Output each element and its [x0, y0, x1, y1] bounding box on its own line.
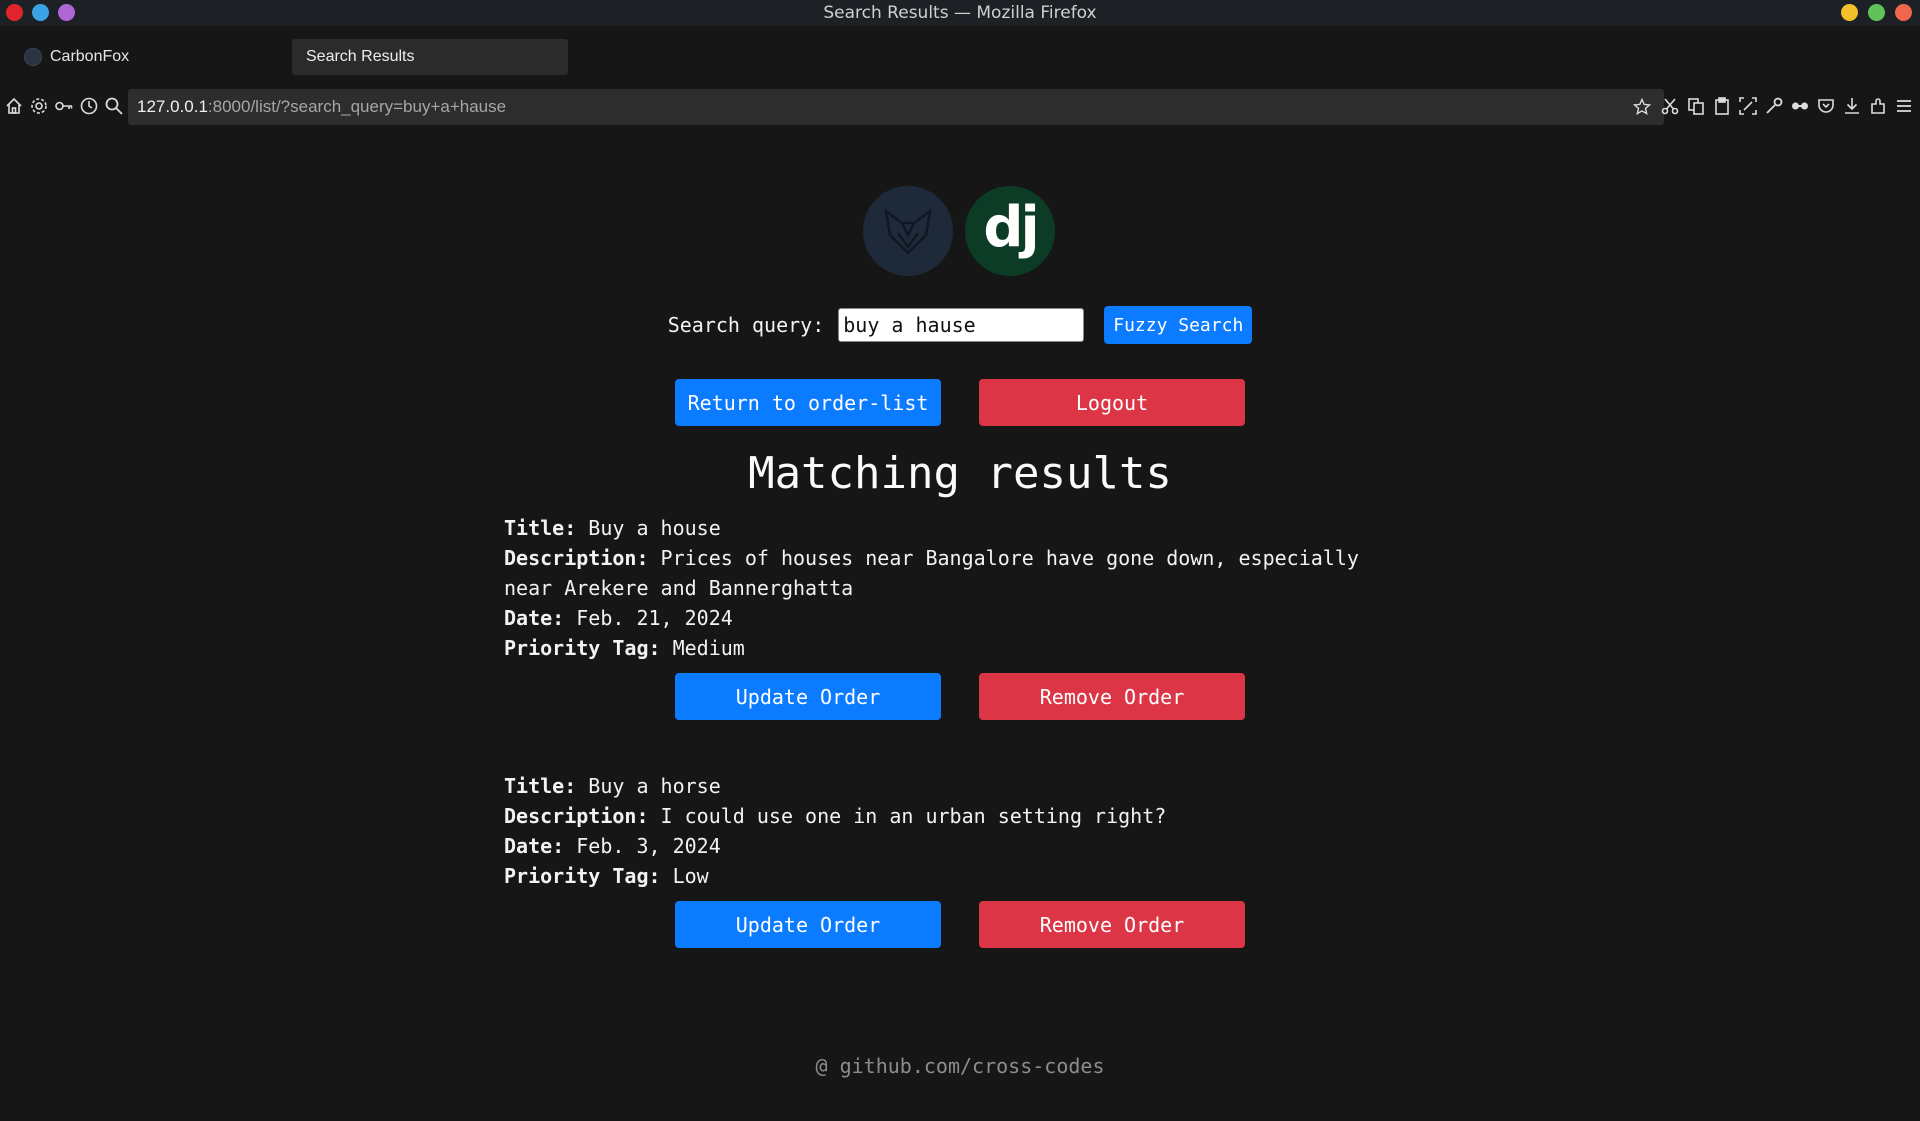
maximize-button[interactable]: [1868, 4, 1885, 21]
description-label: Description:: [504, 804, 649, 828]
fuzzy-search-button[interactable]: Fuzzy Search: [1104, 306, 1253, 344]
result-actions: Update Order Remove Order: [0, 673, 1920, 720]
result-description-cont: near Arekere and Bannerghatta: [504, 576, 854, 600]
title-label: Title:: [504, 516, 577, 540]
top-actions: Return to order-list Logout: [0, 379, 1920, 426]
window-title: Search Results — Mozilla Firefox: [823, 3, 1097, 23]
title-value: Buy a horse: [588, 774, 721, 798]
date-value: Feb. 21, 2024: [576, 606, 733, 630]
tools-icon[interactable]: [1764, 96, 1784, 116]
return-to-order-list-button[interactable]: Return to order-list: [675, 379, 941, 426]
toolbar-right-icons: [1660, 96, 1914, 116]
window-left-controls: [6, 4, 75, 21]
search-icon[interactable]: [104, 96, 124, 116]
fox-logo: [863, 186, 953, 276]
date-value: Feb. 3, 2024: [576, 834, 721, 858]
remove-order-button[interactable]: Remove Order: [979, 901, 1245, 948]
downloads-icon[interactable]: [1842, 96, 1862, 116]
page-content: dj Search query: Fuzzy Search Return to …: [0, 126, 1920, 1121]
title-value: Buy a house: [588, 516, 721, 540]
gear-icon[interactable]: [29, 96, 49, 116]
update-order-button[interactable]: Update Order: [675, 673, 941, 720]
extensions-icon[interactable]: [1868, 96, 1888, 116]
date-label: Date:: [504, 606, 565, 630]
tab-search-results[interactable]: Search Results: [292, 39, 568, 75]
key-icon[interactable]: [54, 96, 74, 116]
django-logo: dj: [965, 186, 1055, 276]
paste-icon[interactable]: [1712, 96, 1732, 116]
result-actions: Update Order Remove Order: [0, 901, 1920, 948]
home-icon[interactable]: [4, 96, 24, 116]
screenshot-icon[interactable]: [1738, 96, 1758, 116]
django-logo-text: dj: [983, 194, 1039, 260]
private-browsing-icon[interactable]: [1790, 96, 1810, 116]
logo-row: dj: [863, 186, 1055, 276]
date-label: Date:: [504, 834, 565, 858]
history-icon[interactable]: [79, 96, 99, 116]
search-form: Search query: Fuzzy Search: [0, 306, 1920, 344]
window-titlebar: Search Results — Mozilla Firefox: [0, 0, 1920, 26]
update-order-button[interactable]: Update Order: [675, 901, 941, 948]
firefox-menu-dot[interactable]: [6, 4, 23, 21]
result-item: Title: Buy a horse Description: I could …: [504, 771, 1384, 891]
cut-icon[interactable]: [1660, 96, 1680, 116]
window-right-controls: [1841, 4, 1912, 21]
purple-dot[interactable]: [58, 4, 75, 21]
footer-credit: @ github.com/cross-codes: [815, 1054, 1105, 1078]
result-priority: Priority Tag: Medium: [504, 633, 1384, 663]
toolbar-left-icons: [4, 96, 124, 116]
carbonfox-favicon-icon: [24, 48, 42, 66]
result-description: Description: Prices of houses near Banga…: [504, 543, 1384, 573]
result-item: Title: Buy a house Description: Prices o…: [504, 513, 1384, 663]
result-description: Description: I could use one in an urban…: [504, 801, 1384, 831]
blue-dot[interactable]: [32, 4, 49, 21]
title-label: Title:: [504, 774, 577, 798]
url-host: 127.0.0.1: [137, 97, 208, 116]
priority-label: Priority Tag:: [504, 636, 661, 660]
url-bar[interactable]: 127.0.0.1:8000/list/?search_query=buy+a+…: [128, 89, 1664, 125]
copy-icon[interactable]: [1686, 96, 1706, 116]
description-label: Description:: [504, 546, 649, 570]
priority-value: Medium: [672, 636, 745, 660]
result-title: Title: Buy a house: [504, 513, 1384, 543]
result-date: Date: Feb. 21, 2024: [504, 603, 1384, 633]
url-path: :8000/list/?search_query=buy+a+hause: [207, 97, 507, 116]
menu-icon[interactable]: [1894, 96, 1914, 116]
page-title: Matching results: [748, 448, 1172, 499]
description-value: Prices of houses near Bangalore have gon…: [660, 546, 1359, 570]
bookmark-star-icon[interactable]: [1632, 97, 1652, 117]
description-value: I could use one in an urban setting righ…: [660, 804, 1167, 828]
tab-label: CarbonFox: [50, 48, 130, 65]
result-priority: Priority Tag: Low: [504, 861, 1384, 891]
priority-value: Low: [672, 864, 709, 888]
priority-label: Priority Tag:: [504, 864, 661, 888]
tab-carbonfox[interactable]: CarbonFox: [24, 39, 129, 75]
search-input[interactable]: [838, 308, 1085, 342]
pocket-icon[interactable]: [1816, 96, 1836, 116]
remove-order-button[interactable]: Remove Order: [979, 673, 1245, 720]
minimize-button[interactable]: [1841, 4, 1858, 21]
result-title: Title: Buy a horse: [504, 771, 1384, 801]
tab-label: Search Results: [306, 48, 415, 65]
result-date: Date: Feb. 3, 2024: [504, 831, 1384, 861]
logout-button[interactable]: Logout: [979, 379, 1245, 426]
search-label: Search query:: [667, 313, 825, 337]
navigation-toolbar: 127.0.0.1:8000/list/?search_query=buy+a+…: [0, 88, 1920, 126]
close-button[interactable]: [1895, 4, 1912, 21]
tab-strip: CarbonFox Search Results: [0, 26, 1920, 88]
